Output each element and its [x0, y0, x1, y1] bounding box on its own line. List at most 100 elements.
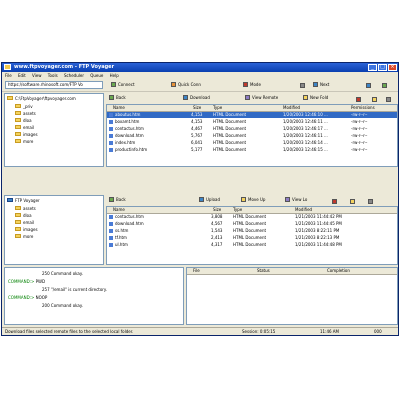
table-row[interactable]: ss.htm 1,543 HTML Document 1/21/2003 8:2…: [107, 228, 397, 234]
tools-icon[interactable]: [300, 83, 305, 88]
properties-icon[interactable]: [386, 97, 391, 102]
upload-button[interactable]: Upload: [198, 196, 220, 204]
title-bar[interactable]: www.ftpvoyager.com - FTP Voyager _ □ ×: [2, 63, 398, 72]
tree-root-label: C:\FtpVoyager\ftpvoyager.com: [15, 96, 76, 101]
move-up-label: Move Up: [248, 197, 266, 202]
delete-icon[interactable]: [356, 97, 361, 102]
folder-icon[interactable]: [372, 97, 377, 102]
close-button[interactable]: ×: [388, 64, 397, 71]
tree-item-label: more: [23, 139, 34, 144]
col-modified[interactable]: Modified: [283, 105, 300, 111]
row-name: ss.htm: [115, 228, 129, 233]
log-line: COMMAND:> PWD: [8, 279, 45, 284]
help-icon[interactable]: [366, 83, 371, 88]
file-icon: [109, 243, 113, 247]
back-button[interactable]: Back: [108, 94, 126, 102]
file-icon: [109, 120, 113, 124]
row-modified: 1/21/2003 11:44:48 PM: [295, 242, 342, 247]
col-permissions[interactable]: Permissions: [351, 105, 375, 111]
table-row[interactable]: productinfo.htm 5,177 HTML Document 1/20…: [107, 147, 397, 153]
tree-item-label: dloa: [23, 213, 32, 218]
table-row[interactable]: aboutus.htm 4,153 HTML Document 1/20/200…: [107, 112, 397, 118]
back-button[interactable]: Back: [108, 196, 126, 204]
remote-file-list[interactable]: Name Size Type Modified Permissions abou…: [106, 104, 398, 167]
view-local-label: View Lo: [292, 197, 308, 202]
row-modified: 1/20/2003 12:46:10 ...: [283, 112, 328, 117]
table-row[interactable]: ul.htm 4,317 HTML Document 1/21/2003 11:…: [107, 242, 397, 248]
table-row[interactable]: tf.htm 2,413 HTML Document 1/21/2003 8:2…: [107, 235, 397, 241]
connect-button[interactable]: Connect: [110, 81, 135, 89]
col-name[interactable]: Name: [113, 207, 125, 213]
properties-icon[interactable]: [368, 199, 373, 204]
menu-scheduler[interactable]: Scheduler: [61, 72, 86, 78]
folder-icon[interactable]: [350, 199, 355, 204]
row-name: contactus.htm: [115, 126, 144, 131]
tree-root-label: FTP Voyager: [15, 198, 40, 203]
col-size[interactable]: Size: [213, 207, 221, 213]
tree-item-label: images: [23, 227, 38, 232]
log-text: 200 Command okay.: [42, 303, 83, 308]
row-type: HTML Document: [213, 112, 247, 117]
log-line: 257 "/email" is current directory.: [8, 287, 107, 292]
row-perms: -rw-r--r--: [351, 126, 368, 131]
menu-help[interactable]: Help: [107, 72, 121, 78]
row-type: HTML Document: [213, 126, 247, 131]
menu-file[interactable]: File: [2, 72, 14, 78]
view-local-button[interactable]: View Lo: [284, 196, 307, 204]
menu-edit[interactable]: Edit: [15, 72, 28, 78]
col-completion[interactable]: Completion: [327, 268, 350, 274]
table-row[interactable]: download.htm 5,767 HTML Document 1/20/20…: [107, 133, 397, 139]
transfer-queue[interactable]: File Status Completion: [186, 267, 398, 325]
back-label: Back: [116, 95, 126, 100]
col-type[interactable]: Type: [213, 105, 222, 111]
menu-view[interactable]: View: [29, 72, 44, 78]
menu-tools[interactable]: Tools: [45, 72, 60, 78]
row-name: download.htm: [115, 221, 144, 226]
menu-queue[interactable]: Queue: [87, 72, 105, 78]
table-row[interactable]: boxamt.htm 4,153 HTML Document 1/20/2003…: [107, 119, 397, 125]
log-line: 250 Command okay.: [8, 271, 83, 276]
table-row[interactable]: download.htm 4,567 HTML Document 1/21/20…: [107, 221, 397, 227]
remote-folder-tree[interactable]: FTP Voyager assets dloa email images mor…: [4, 195, 104, 265]
col-size[interactable]: Size: [193, 105, 201, 111]
download-button[interactable]: Download: [182, 94, 210, 102]
new-folder-button[interactable]: New Fold: [302, 94, 328, 102]
local-file-list[interactable]: Name Size Type Modified contactus.htm 3,…: [106, 206, 398, 265]
mode-label: Mode: [250, 82, 261, 87]
folder-icon: [15, 213, 21, 217]
mode-button[interactable]: Mode: [242, 81, 261, 89]
delete-icon[interactable]: [332, 199, 337, 204]
minimize-button[interactable]: _: [368, 64, 377, 71]
move-up-button[interactable]: Move Up: [240, 196, 265, 204]
quick-connect-button[interactable]: Quick Conn: [170, 81, 201, 89]
col-name[interactable]: Name: [113, 105, 125, 111]
globe-icon[interactable]: [382, 83, 387, 88]
col-status[interactable]: Status: [257, 268, 270, 274]
row-perms: -rw-r--r--: [351, 133, 368, 138]
col-file[interactable]: File: [193, 268, 200, 274]
col-type[interactable]: Type: [233, 207, 242, 213]
row-modified: 1/20/2003 12:46:11 ...: [283, 133, 328, 138]
folder-icon: [15, 118, 21, 122]
session-log[interactable]: 250 Command okay. COMMAND:> PWD 257 "/em…: [4, 267, 184, 325]
table-row[interactable]: index.htm 6,041 HTML Document 1/20/2003 …: [107, 140, 397, 146]
address-field[interactable]: https://software.rhinosoft.com/FTP Vo: [5, 81, 103, 89]
table-row[interactable]: contactus.htm 3,808 HTML Document 1/21/2…: [107, 214, 397, 220]
local-folder-tree[interactable]: C:\FtpVoyager\ftpvoyager.com _priv asset…: [4, 93, 104, 167]
tree-item-label: email: [23, 125, 35, 130]
next-label: Next: [320, 82, 330, 87]
row-perms: -rw-r--r--: [351, 112, 368, 117]
view-remote-button[interactable]: View Remote: [244, 94, 278, 102]
list-header: Name Size Type Modified Permissions: [107, 105, 397, 112]
row-type: HTML Document: [233, 221, 267, 226]
row-perms: -rw-r--r--: [351, 119, 368, 124]
row-modified: 1/21/2003 8:22:11 PM: [295, 228, 340, 233]
folder-icon: [15, 234, 21, 238]
next-button[interactable]: Next: [312, 81, 329, 89]
col-modified[interactable]: Modified: [295, 207, 312, 213]
row-size: 6,041: [191, 140, 203, 145]
tree-item-label: images: [23, 132, 38, 137]
maximize-button[interactable]: □: [378, 64, 387, 71]
table-row[interactable]: contactus.htm 4,467 HTML Document 1/20/2…: [107, 126, 397, 132]
row-modified: 1/20/2003 12:46:14 ...: [283, 140, 328, 145]
